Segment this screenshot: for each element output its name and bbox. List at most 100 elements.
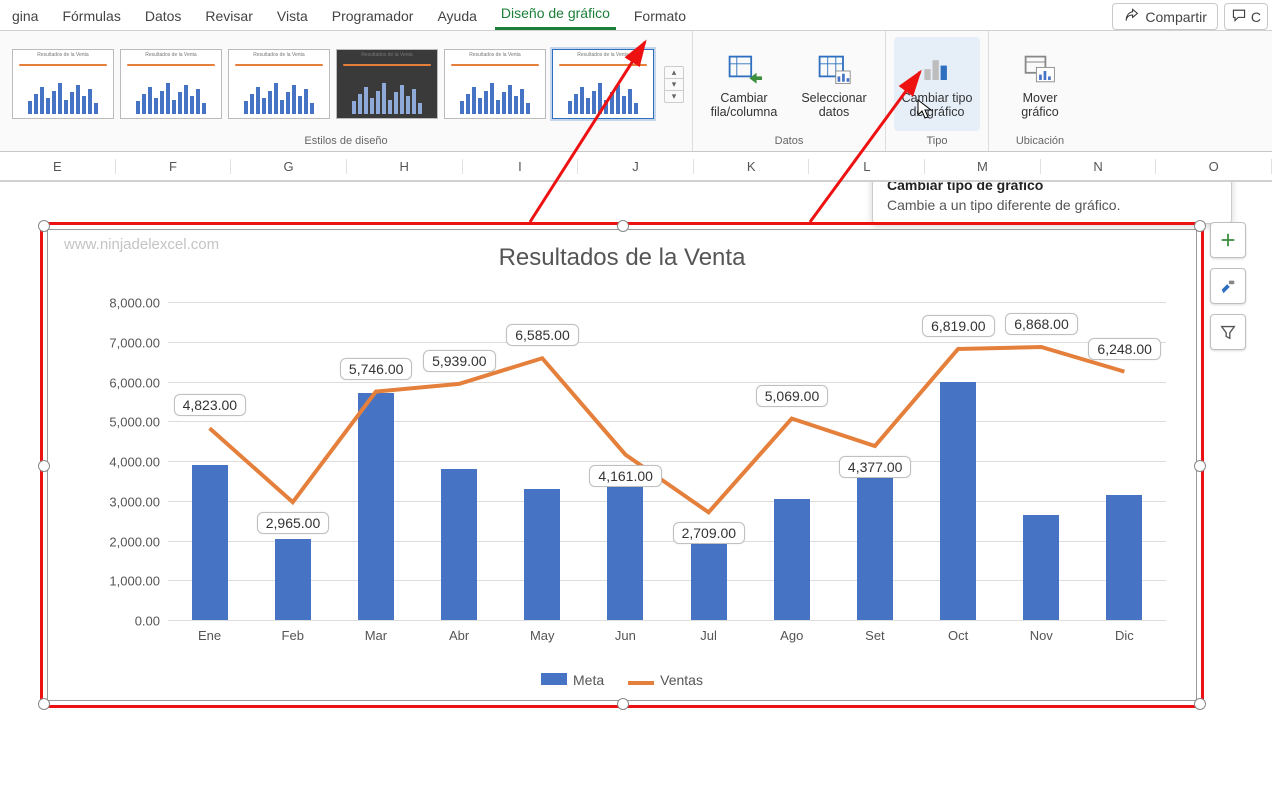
handle-ne[interactable]	[1194, 220, 1206, 232]
ribbon-tab[interactable]: Diseño de gráfico	[495, 0, 616, 30]
data-label[interactable]: 5,939.00	[423, 350, 496, 372]
ribbon-tab[interactable]: Fórmulas	[56, 3, 126, 30]
line-series[interactable]	[168, 302, 1166, 620]
select-data-label: Seleccionardatos	[801, 91, 866, 120]
legend-item-meta[interactable]: Meta	[541, 672, 604, 688]
column-header[interactable]: I	[463, 159, 579, 174]
data-label[interactable]: 6,868.00	[1005, 313, 1078, 335]
handle-nw[interactable]	[38, 220, 50, 232]
group-label-type: Tipo	[927, 133, 948, 149]
data-label[interactable]: 4,161.00	[589, 465, 662, 487]
switch-row-col-label: Cambiarfila/columna	[711, 91, 778, 120]
data-label[interactable]: 6,248.00	[1088, 338, 1161, 360]
ribbon-body: Resultados de la VentaResultados de la V…	[0, 31, 1272, 152]
ribbon-tab[interactable]: Revisar	[199, 3, 258, 30]
ribbon-tab[interactable]: Programador	[326, 3, 420, 30]
chart-side-buttons	[1210, 222, 1246, 350]
ribbon-tab[interactable]: Ayuda	[431, 3, 482, 30]
chart-selection-border: www.ninjadelexcel.com Resultados de la V…	[40, 222, 1204, 708]
chart-style-thumb[interactable]: Resultados de la Venta	[336, 49, 438, 119]
x-tick-label: Oct	[948, 628, 968, 643]
ribbon-tabs: gina Fórmulas Datos Revisar Vista Programador…	[0, 0, 1272, 31]
column-header[interactable]: G	[231, 159, 347, 174]
switch-row-col-button[interactable]: Cambiarfila/columna	[701, 37, 787, 131]
y-tick-label: 6,000.00	[109, 375, 160, 390]
group-label-data: Datos	[775, 133, 804, 149]
x-tick-label: Feb	[282, 628, 304, 643]
group-label-location: Ubicación	[1016, 133, 1064, 149]
ribbon-tab[interactable]: gina	[6, 3, 44, 30]
y-tick-label: 2,000.00	[109, 534, 160, 549]
ribbon-tab[interactable]: Vista	[271, 3, 314, 30]
select-data-icon	[816, 53, 852, 87]
move-chart-button[interactable]: Movergráfico	[997, 37, 1083, 131]
legend-swatch-line	[628, 681, 654, 685]
column-header[interactable]: E	[0, 159, 116, 174]
column-header[interactable]: O	[1156, 159, 1272, 174]
column-header[interactable]: M	[925, 159, 1041, 174]
move-chart-icon	[1022, 53, 1058, 87]
data-label[interactable]: 5,069.00	[756, 385, 829, 407]
handle-n[interactable]	[617, 220, 629, 232]
handle-se[interactable]	[1194, 698, 1206, 710]
share-label: Compartir	[1145, 9, 1206, 25]
chart-style-thumb[interactable]: Resultados de la Venta	[120, 49, 222, 119]
column-header[interactable]: L	[809, 159, 925, 174]
x-tick-label: Ago	[780, 628, 803, 643]
comments-button[interactable]: C	[1224, 3, 1268, 30]
x-tick-label: Jul	[700, 628, 717, 643]
y-tick-label: 4,000.00	[109, 455, 160, 470]
data-label[interactable]: 4,377.00	[839, 456, 912, 478]
data-label[interactable]: 6,819.00	[922, 315, 995, 337]
data-label[interactable]: 2,965.00	[257, 512, 330, 534]
change-chart-type-button[interactable]: Cambiar tipode gráfico	[894, 37, 980, 131]
data-label[interactable]: 4,823.00	[174, 394, 247, 416]
column-header[interactable]: J	[578, 159, 694, 174]
chart-object[interactable]: www.ninjadelexcel.com Resultados de la V…	[47, 229, 1197, 701]
legend-item-ventas[interactable]: Ventas	[628, 672, 703, 688]
gallery-up-icon[interactable]: ▴	[665, 67, 683, 78]
gallery-more-icon[interactable]: ▾	[665, 90, 683, 102]
handle-e[interactable]	[1194, 460, 1206, 472]
column-headers: EFGHIJKLMNO	[0, 152, 1272, 182]
chart-styles-button[interactable]	[1210, 268, 1246, 304]
data-label[interactable]: 5,746.00	[340, 358, 413, 380]
chart-legend[interactable]: Meta Ventas	[48, 672, 1196, 688]
chart-style-thumb[interactable]: Resultados de la Venta	[12, 49, 114, 119]
column-header[interactable]: N	[1041, 159, 1157, 174]
column-header[interactable]: F	[116, 159, 232, 174]
chart-elements-button[interactable]	[1210, 222, 1246, 258]
plot-area[interactable]: 0.001,000.002,000.003,000.004,000.005,00…	[168, 302, 1166, 620]
column-header[interactable]: K	[694, 159, 810, 174]
share-icon	[1123, 7, 1139, 26]
ribbon-tab[interactable]: Formato	[628, 3, 692, 30]
data-label[interactable]: 6,585.00	[506, 324, 579, 346]
chart-style-thumb[interactable]: Resultados de la Venta	[444, 49, 546, 119]
change-chart-type-icon	[919, 53, 955, 87]
group-data: Cambiarfila/columna Seleccionardatos Dat…	[693, 31, 886, 151]
x-tick-label: May	[530, 628, 555, 643]
handle-sw[interactable]	[38, 698, 50, 710]
x-tick-label: Nov	[1030, 628, 1053, 643]
column-header[interactable]: H	[347, 159, 463, 174]
comment-icon	[1231, 7, 1247, 26]
share-button[interactable]: Compartir	[1112, 3, 1217, 30]
data-label[interactable]: 2,709.00	[673, 522, 746, 544]
chart-filter-button[interactable]	[1210, 314, 1246, 350]
x-tick-label: Dic	[1115, 628, 1134, 643]
x-tick-label: Ene	[198, 628, 221, 643]
chart-title[interactable]: Resultados de la Venta	[48, 244, 1196, 272]
x-tick-label: Abr	[449, 628, 469, 643]
handle-w[interactable]	[38, 460, 50, 472]
tooltip-body: Cambie a un tipo diferente de gráfico.	[887, 197, 1217, 213]
select-data-button[interactable]: Seleccionardatos	[791, 37, 877, 131]
handle-s[interactable]	[617, 698, 629, 710]
y-tick-label: 5,000.00	[109, 415, 160, 430]
chart-style-thumb[interactable]: Resultados de la Venta	[228, 49, 330, 119]
chart-style-thumb[interactable]: Resultados de la Venta	[552, 49, 654, 119]
gallery-scroll: ▴ ▾ ▾	[664, 66, 684, 103]
x-tick-label: Jun	[615, 628, 636, 643]
ribbon-tab[interactable]: Datos	[139, 3, 188, 30]
legend-swatch-bar	[541, 673, 567, 685]
gallery-down-icon[interactable]: ▾	[665, 78, 683, 90]
